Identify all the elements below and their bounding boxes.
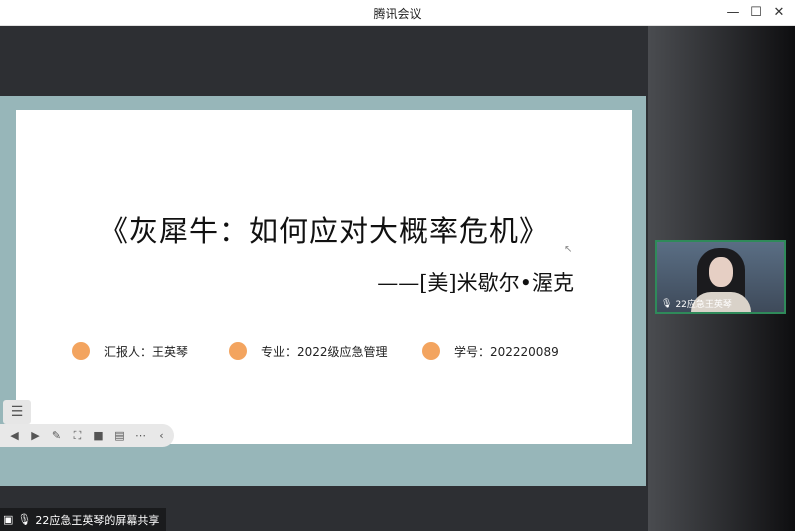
presentation-slide: 《灰犀牛：如何应对大概率危机》 ——[美]米歇尔•渥克 ↖ 汇报人：王英琴 专业…: [16, 110, 632, 444]
collapse-icon[interactable]: ‹: [151, 426, 172, 445]
major-text: 专业：2022级应急管理: [261, 344, 388, 359]
window-title: 腾讯会议: [373, 7, 422, 21]
participant-label: 🎙 22应急王英琴: [661, 297, 732, 311]
maximize-button[interactable]: ☐: [745, 3, 767, 23]
more-icon[interactable]: ⋯: [130, 426, 151, 445]
major-info: 专业：2022级应急管理: [229, 342, 388, 360]
chat-icon[interactable]: ▤: [109, 426, 130, 445]
participant-face: [709, 257, 733, 287]
mouse-cursor-icon: ↖: [564, 244, 573, 255]
list-icon[interactable]: ☰: [3, 400, 31, 424]
minimize-button[interactable]: —: [722, 3, 744, 23]
play-icon[interactable]: ▶: [25, 426, 46, 445]
participant-video-tile[interactable]: 🎙 22应急王英琴: [655, 240, 786, 314]
pen-icon[interactable]: ✎: [46, 426, 67, 445]
microphone-icon: 🎙: [661, 298, 673, 309]
presentation-toolbar: ◀ ▶ ✎ ⛶ ■ ▤ ⋯ ‹: [0, 424, 174, 447]
bullet-dot-icon: [229, 342, 247, 360]
screen-share-stage: 《灰犀牛：如何应对大概率危机》 ——[美]米歇尔•渥克 ↖ 汇报人：王英琴 专业…: [0, 26, 648, 531]
screen-share-icon: ▣: [3, 513, 14, 526]
bullet-dot-icon: [72, 342, 90, 360]
title-bar: 腾讯会议 — ☐ ✕: [0, 0, 795, 26]
slide-author: ——[美]米歇尔•渥克: [377, 271, 574, 295]
screen-share-status[interactable]: ▣ 🎙 22应急王英琴的屏幕共享: [0, 508, 166, 531]
student-id-text: 学号：202220089: [454, 344, 559, 359]
bullet-dot-icon: [422, 342, 440, 360]
back-icon[interactable]: ◀: [4, 426, 25, 445]
camera-icon[interactable]: ■: [88, 426, 109, 445]
status-text: 22应急王英琴的屏幕共享: [35, 513, 160, 527]
student-id-info: 学号：202220089: [422, 342, 559, 360]
screenshot-icon[interactable]: ⛶: [67, 426, 88, 445]
reporter-text: 汇报人：王英琴: [104, 344, 189, 359]
close-button[interactable]: ✕: [768, 3, 790, 23]
slide-title: 《灰犀牛：如何应对大概率危机》: [98, 214, 549, 248]
participant-name: 22应急王英琴: [675, 300, 732, 310]
reporter-info: 汇报人：王英琴: [72, 342, 188, 360]
microphone-icon: 🎙: [17, 513, 32, 526]
